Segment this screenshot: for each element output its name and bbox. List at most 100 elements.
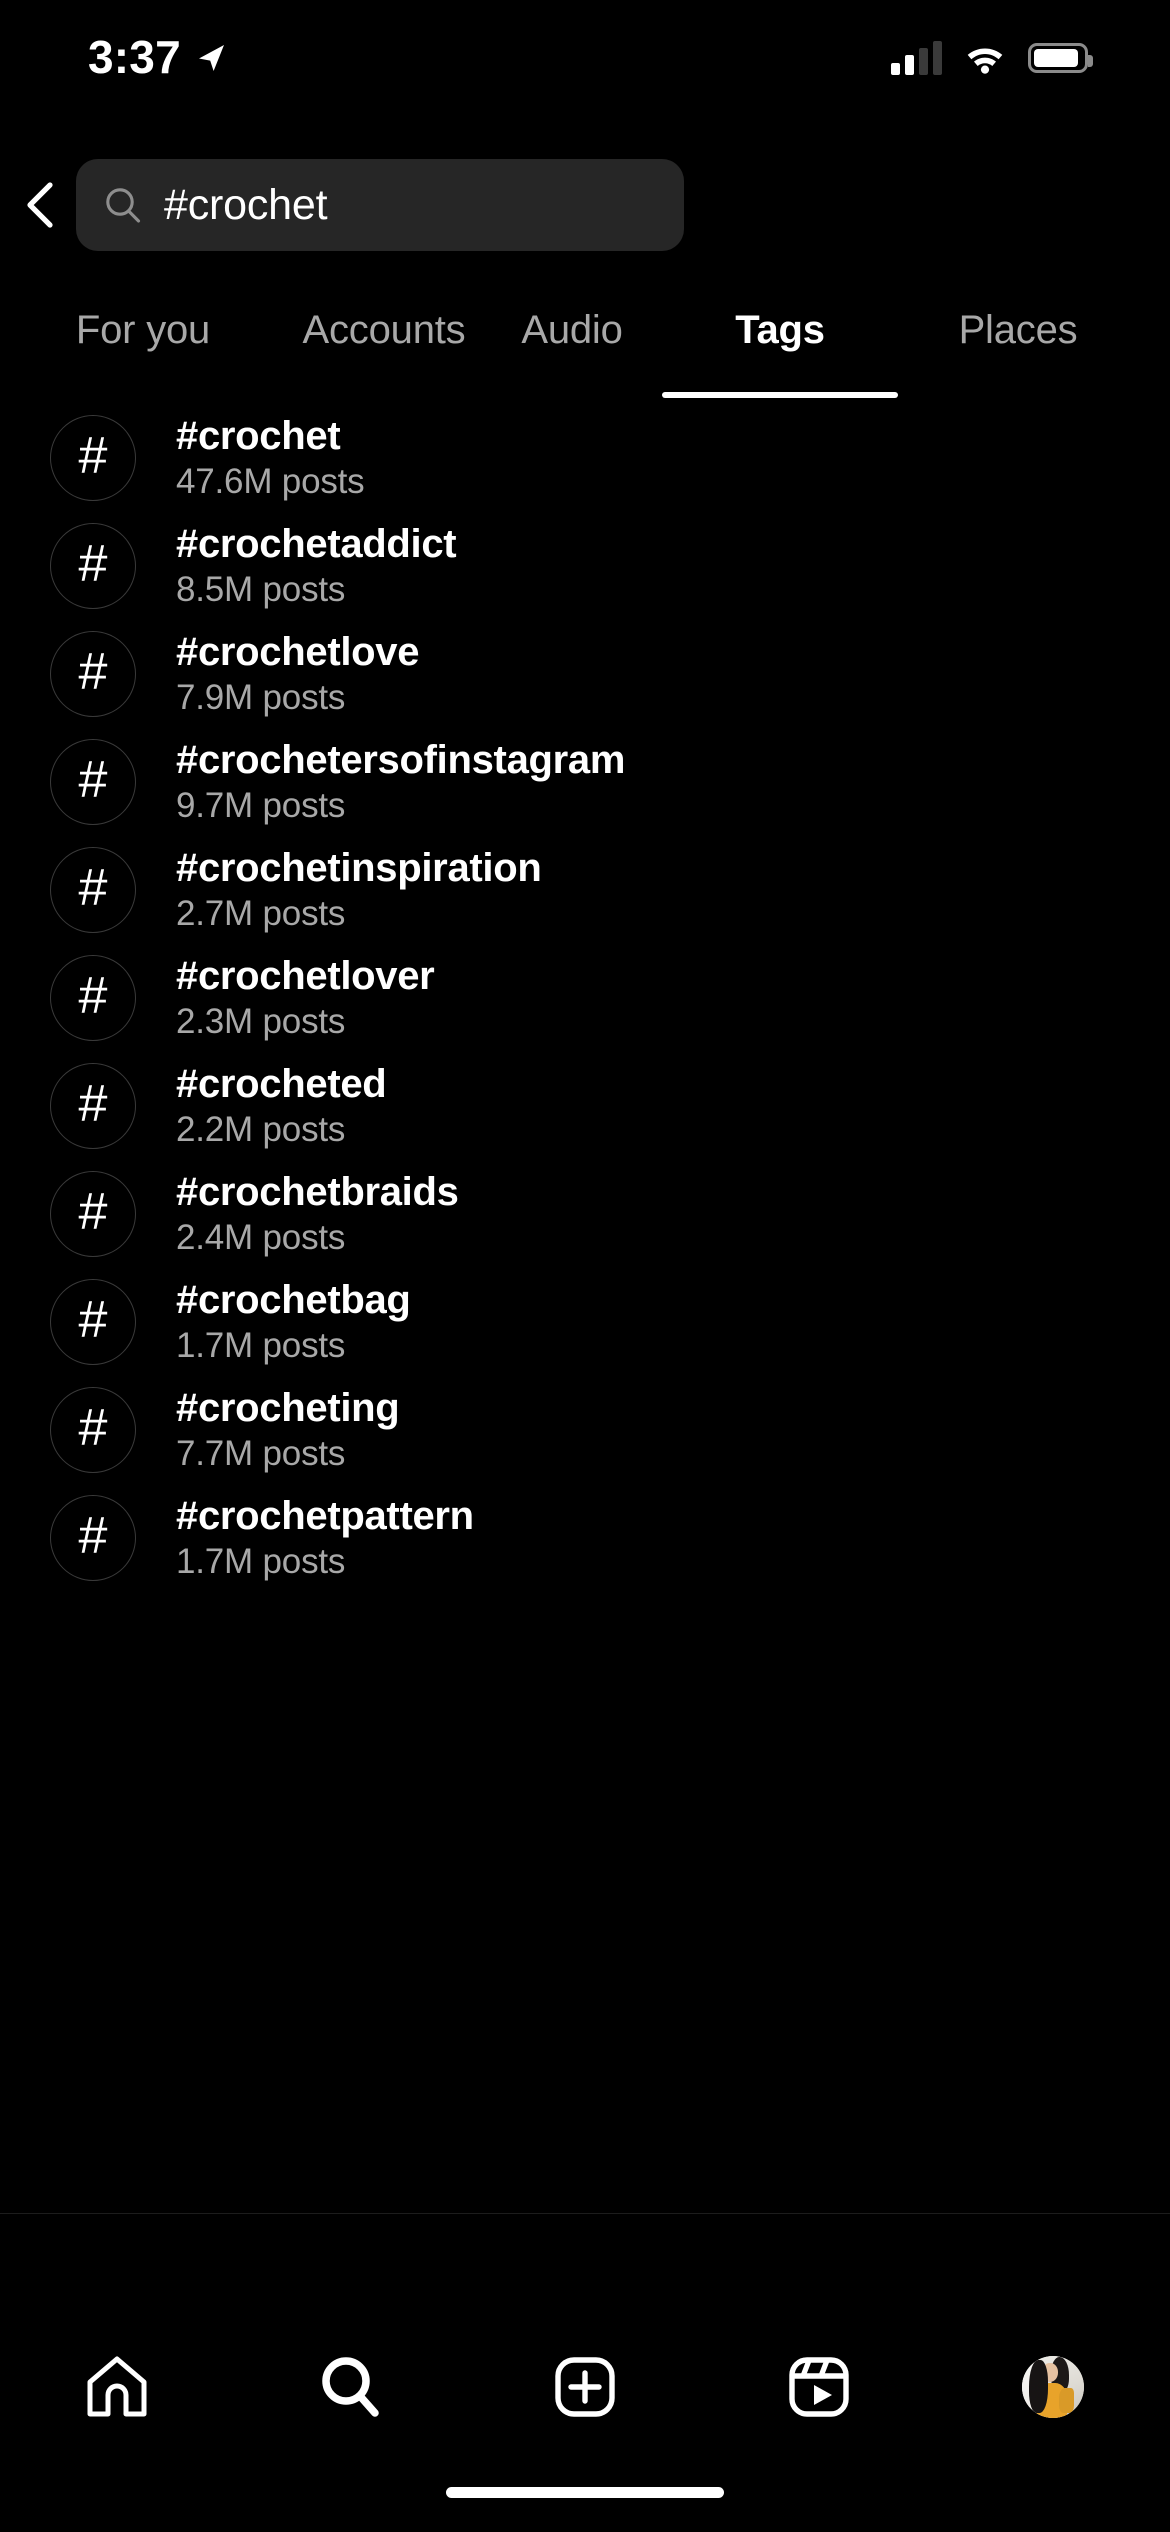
- wifi-icon: [967, 48, 1003, 74]
- tag-post-count: 47.6M posts: [176, 462, 365, 502]
- tab-label: Tags: [735, 308, 825, 352]
- tab-label: Audio: [521, 308, 623, 352]
- hashtag-icon: #: [78, 1507, 108, 1565]
- hashtag-icon: #: [78, 751, 108, 809]
- hashtag-icon: #: [78, 967, 108, 1025]
- tag-result-text: #crochetpattern 1.7M posts: [176, 1495, 474, 1581]
- tag-name: #crochetbraids: [176, 1170, 459, 1215]
- tag-post-count: 2.4M posts: [176, 1218, 346, 1258]
- hashtag-icon: #: [78, 1075, 108, 1133]
- tab-accounts[interactable]: Accounts: [286, 290, 482, 398]
- hashtag-avatar: #: [50, 415, 136, 501]
- tag-results-list[interactable]: # #crochet 47.6M posts # #crochetaddict 8.5M …: [0, 404, 1170, 2213]
- hashtag-icon: #: [78, 535, 108, 593]
- tag-result-text: #crochetbag 1.7M posts: [176, 1279, 411, 1365]
- hashtag-icon: #: [78, 1399, 108, 1457]
- tag-post-count: 7.9M posts: [176, 678, 346, 718]
- tag-result-row[interactable]: # #crochetlover 2.3M posts: [0, 944, 1170, 1052]
- instagram-search-screen: 3:37 #crochet For you Accounts Audio Tag…: [0, 0, 1170, 2532]
- tab-audio[interactable]: Audio: [482, 290, 662, 398]
- tag-name: #crochetpattern: [176, 1494, 474, 1539]
- hashtag-avatar: #: [50, 1495, 136, 1581]
- hashtag-avatar: #: [50, 955, 136, 1041]
- hashtag-avatar: #: [50, 1063, 136, 1149]
- tag-post-count: 7.7M posts: [176, 1434, 346, 1474]
- tag-name: #crochetaddict: [176, 522, 457, 567]
- tag-result-row[interactable]: # #crocheting 7.7M posts: [0, 1376, 1170, 1484]
- tag-result-row[interactable]: # #crochetbag 1.7M posts: [0, 1268, 1170, 1376]
- profile-avatar-icon: [1022, 2356, 1084, 2418]
- back-button[interactable]: [4, 152, 76, 258]
- tag-result-text: #crochetlover 2.3M posts: [176, 955, 435, 1042]
- hashtag-icon: #: [78, 1183, 108, 1241]
- tag-result-text: #crocheting 7.7M posts: [176, 1386, 400, 1474]
- tag-post-count: 2.7M posts: [176, 894, 346, 934]
- tag-result-text: #crochetlove 7.9M posts: [176, 631, 419, 717]
- tab-tags[interactable]: Tags: [662, 290, 898, 398]
- search-input[interactable]: #crochet: [76, 159, 684, 251]
- hashtag-avatar: #: [50, 523, 136, 609]
- tag-result-text: #crochetersofinstagram 9.7M posts: [176, 739, 625, 825]
- tag-post-count: 9.7M posts: [176, 786, 346, 826]
- nav-search-button[interactable]: [276, 2332, 426, 2442]
- hashtag-avatar: #: [50, 631, 136, 717]
- hashtag-icon: #: [78, 1291, 108, 1349]
- search-icon: [322, 2357, 379, 2417]
- status-time: 3:37: [88, 31, 181, 83]
- tag-name: #crocheting: [176, 1386, 400, 1431]
- nav-reels-button[interactable]: [744, 2332, 894, 2442]
- search-icon: [106, 188, 141, 223]
- tag-result-row[interactable]: # #crochetaddict 8.5M posts: [0, 512, 1170, 620]
- tag-post-count: 1.7M posts: [176, 1542, 346, 1582]
- back-chevron-icon: [27, 182, 53, 228]
- hashtag-icon: #: [78, 427, 108, 485]
- home-indicator: [446, 2487, 724, 2498]
- tag-result-text: #crochetbraids 2.4M posts: [176, 1171, 459, 1257]
- hashtag-avatar: #: [50, 1279, 136, 1365]
- tab-label: Accounts: [302, 308, 466, 352]
- tag-result-row[interactable]: # #crochet 47.6M posts: [0, 404, 1170, 512]
- nav-create-button[interactable]: [510, 2332, 660, 2442]
- search-tabs: For you Accounts Audio Tags Places: [0, 290, 1170, 398]
- tag-name: #crocheted: [176, 1062, 387, 1107]
- nav-home-button[interactable]: [42, 2332, 192, 2442]
- search-input-value: #crochet: [164, 180, 328, 229]
- tag-post-count: 8.5M posts: [176, 570, 346, 610]
- status-bar: 3:37: [0, 0, 1170, 100]
- tab-label: Places: [958, 308, 1078, 352]
- nav-profile-button[interactable]: [978, 2332, 1128, 2442]
- cellular-signal-icon: [891, 41, 942, 75]
- tag-name: #crochetinspiration: [176, 846, 542, 891]
- tag-name: #crochetersofinstagram: [176, 738, 626, 783]
- bottom-tab-bar: [0, 2214, 1170, 2454]
- tag-name: #crochet: [176, 414, 341, 459]
- tag-post-count: 1.7M posts: [176, 1326, 346, 1366]
- battery-icon: [1028, 43, 1093, 73]
- search-header: #crochet: [0, 152, 1170, 258]
- hashtag-icon: #: [78, 643, 108, 701]
- tag-result-row[interactable]: # #crocheted 2.2M posts: [0, 1052, 1170, 1160]
- tag-result-row[interactable]: # #crochetpattern 1.7M posts: [0, 1484, 1170, 1592]
- tag-result-text: #crochetaddict 8.5M posts: [176, 522, 457, 610]
- tag-result-row[interactable]: # #crochetlove 7.9M posts: [0, 620, 1170, 728]
- tag-name: #crochetlove: [176, 630, 420, 675]
- hashtag-icon: #: [78, 859, 108, 917]
- status-bar-left: 3:37: [0, 20, 227, 80]
- tag-name: #crochetbag: [176, 1278, 411, 1323]
- plus-square-icon: [555, 2357, 615, 2417]
- tag-result-row[interactable]: # #crochetbraids 2.4M posts: [0, 1160, 1170, 1268]
- location-arrow-icon: [198, 45, 224, 71]
- home-icon: [87, 2356, 147, 2417]
- hashtag-avatar: #: [50, 847, 136, 933]
- status-bar-right: [891, 25, 1093, 75]
- tab-for-you[interactable]: For you: [0, 290, 286, 398]
- tag-result-row[interactable]: # #crochetinspiration 2.7M posts: [0, 836, 1170, 944]
- tab-places[interactable]: Places: [898, 290, 1138, 398]
- tag-post-count: 2.3M posts: [176, 1002, 346, 1042]
- tag-result-text: #crocheted 2.2M posts: [176, 1062, 387, 1149]
- hashtag-avatar: #: [50, 739, 136, 825]
- hashtag-avatar: #: [50, 1171, 136, 1257]
- tag-result-row[interactable]: # #crochetersofinstagram 9.7M posts: [0, 728, 1170, 836]
- tab-underline: [662, 392, 898, 398]
- tag-result-text: #crochetinspiration 2.7M posts: [176, 847, 542, 933]
